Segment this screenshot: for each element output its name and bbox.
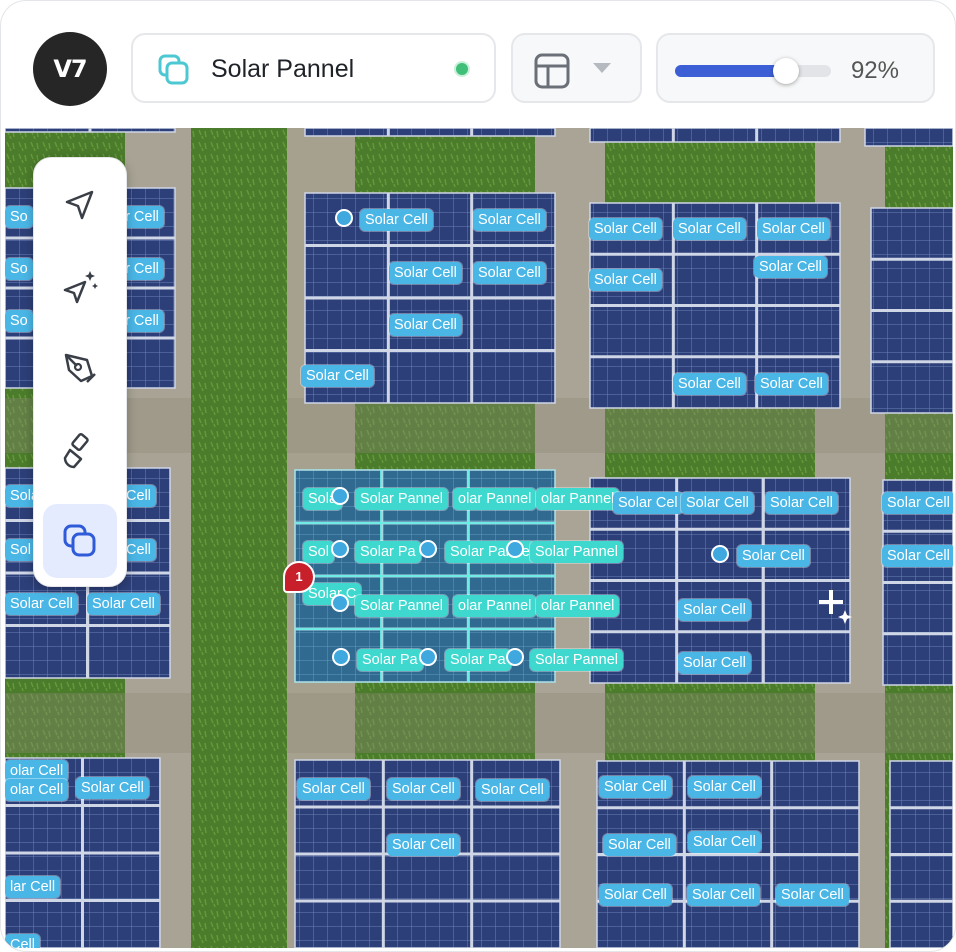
layout-icon <box>533 52 571 95</box>
cell-annotation-tag[interactable]: Solar Cell <box>389 262 462 284</box>
cell-annotation-tag[interactable]: Solar Cell <box>387 834 460 856</box>
opacity-control: 92% <box>656 33 935 103</box>
layout-menu[interactable] <box>511 33 642 103</box>
cell-annotation-tag[interactable]: Solar Cell <box>476 779 549 801</box>
panel-annotation-tag[interactable]: Solar Pa <box>355 541 421 563</box>
panel-annotation-tag[interactable]: Solar Pa <box>445 649 511 671</box>
auto-annotate-icon <box>63 271 98 304</box>
crosshair-cursor-icon <box>819 590 852 624</box>
panel-annotation-tag[interactable]: Solar Pannel <box>530 541 624 563</box>
cell-annotation-tag[interactable]: Solar Cell <box>687 884 760 906</box>
cell-annotation-tag[interactable]: Solar Cell <box>589 269 662 291</box>
pen-tool[interactable] <box>43 332 117 406</box>
cell-annotation-tag[interactable]: Solar Cel <box>613 492 683 514</box>
panel-annotation-tag[interactable]: Solar Pannel <box>355 488 449 510</box>
cell-annotation-tag[interactable]: Solar Cell <box>737 545 810 567</box>
cell-annotation-tag[interactable]: Solar Cell <box>599 776 672 798</box>
cell-annotation-tag[interactable]: Solar Cell <box>673 373 746 395</box>
status-dot <box>454 61 470 77</box>
cell-annotation-tag[interactable]: Cell <box>5 934 40 948</box>
cell-annotation-tag[interactable]: Solar Cell <box>688 776 761 798</box>
panel-annotation-tag[interactable]: Solar Pa <box>357 649 423 671</box>
panel-annotation-tag[interactable]: Sol <box>303 541 334 563</box>
annotation-vertex[interactable] <box>506 540 524 558</box>
cell-annotation-tag[interactable]: Solar Cell <box>776 884 849 906</box>
cell-annotation-tag[interactable]: Solar Cell <box>360 209 433 231</box>
cell-annotation-tag[interactable]: Solar Cell <box>473 209 546 231</box>
solar-panel-array <box>589 128 841 143</box>
v7-logo[interactable]: V7 <box>33 32 107 106</box>
brush-icon <box>63 432 89 469</box>
cell-annotation-tag[interactable]: Solar Cell <box>678 652 751 674</box>
cell-annotation-tag[interactable]: Solar Cell <box>673 218 746 240</box>
cell-annotation-tag[interactable]: Solar Cell <box>5 593 78 615</box>
annotation-vertex[interactable] <box>419 540 437 558</box>
annotation-vertex[interactable] <box>419 648 437 666</box>
app-window: V7 Solar Pannel 92% So ar Cell So ar Cel… <box>0 0 956 952</box>
cell-annotation-tag[interactable]: Solar Cell <box>765 492 838 514</box>
panel-annotation-tag[interactable]: olar Pannel <box>453 488 537 510</box>
annotation-vertex[interactable] <box>335 209 353 227</box>
cell-annotation-tag[interactable]: Solar Cell <box>387 778 460 800</box>
comment-count: 1 <box>295 569 303 584</box>
panel-annotation-tag[interactable]: Solar Pannel <box>530 649 624 671</box>
polygon-class-tool[interactable] <box>43 504 117 578</box>
annotation-vertex[interactable] <box>506 648 524 666</box>
cell-annotation-tag[interactable]: Solar Cell <box>473 262 546 284</box>
cell-annotation-tag[interactable]: Solar Cell <box>678 599 751 621</box>
cell-annotation-tag[interactable]: Solar Cell <box>87 593 160 615</box>
brush-tool[interactable] <box>43 414 117 488</box>
cell-annotation-tag[interactable]: Solar Cell <box>882 492 953 514</box>
solar-panel-array <box>864 128 953 147</box>
annotation-vertex[interactable] <box>332 648 350 666</box>
cell-annotation-tag[interactable]: So <box>5 258 33 280</box>
opacity-value: 92% <box>850 57 899 84</box>
cell-annotation-tag[interactable]: lar Cell <box>5 876 61 898</box>
cell-annotation-tag[interactable]: Solar Cell <box>297 778 370 800</box>
auto-annotate-tool[interactable] <box>43 250 117 324</box>
cell-annotation-tag[interactable]: Solar Cell <box>754 256 827 278</box>
polygon-class-icon <box>63 524 96 557</box>
cell-annotation-tag[interactable]: Solar Cell <box>301 365 374 387</box>
solar-panel-array <box>304 128 556 137</box>
annotation-canvas[interactable]: So ar Cell So ar Cell So ar Cell Solar Cell Sol… <box>5 128 953 948</box>
cell-annotation-tag[interactable]: olar Cell <box>5 779 69 801</box>
opacity-slider-fill <box>675 65 786 77</box>
annotation-vertex[interactable] <box>711 545 729 563</box>
annotation-vertex[interactable] <box>331 594 349 612</box>
opacity-slider[interactable] <box>675 58 831 84</box>
cell-annotation-tag[interactable]: Solar Cell <box>76 777 149 799</box>
cell-annotation-tag[interactable]: So <box>5 310 33 332</box>
panel-annotation-tag[interactable]: olar Pannel <box>453 595 537 617</box>
polygon-class-icon <box>157 53 191 92</box>
class-name: Solar Pannel <box>211 55 355 83</box>
select-tool[interactable] <box>43 168 117 242</box>
solar-farm-image <box>5 128 953 948</box>
pen-icon <box>64 353 96 383</box>
cell-annotation-tag[interactable]: Solar Cell <box>688 831 761 853</box>
panel-annotation-tag[interactable]: olar Pannel <box>536 595 620 617</box>
cell-annotation-tag[interactable]: Solar Cell <box>599 884 672 906</box>
cell-annotation-tag[interactable]: Solar Cell <box>603 834 676 856</box>
cell-annotation-tag[interactable]: Solar Cell <box>757 218 830 240</box>
panel-annotation-tag[interactable]: Solar Pannel <box>355 595 449 617</box>
comment-pin[interactable]: 1 <box>283 561 315 593</box>
annotation-vertex[interactable] <box>331 487 349 505</box>
logo-text: V7 <box>53 55 87 83</box>
select-arrow-icon <box>65 190 94 220</box>
cell-annotation-tag[interactable]: Solar Cell <box>882 545 953 567</box>
chevron-down-icon <box>591 61 613 80</box>
tool-palette <box>33 157 127 587</box>
cell-annotation-tag[interactable]: Solar Cell <box>681 492 754 514</box>
opacity-slider-thumb[interactable] <box>773 58 799 84</box>
annotation-vertex[interactable] <box>331 540 349 558</box>
cell-annotation-tag[interactable]: So <box>5 206 33 228</box>
class-selector[interactable]: Solar Pannel <box>131 33 496 103</box>
cell-annotation-tag[interactable]: Solar Cell <box>389 314 462 336</box>
cell-annotation-tag[interactable]: Solar Cell <box>589 218 662 240</box>
panel-annotation-tag[interactable]: olar Pannel <box>536 488 620 510</box>
cell-annotation-tag[interactable]: Sol <box>5 539 36 561</box>
cell-annotation-tag[interactable]: Solar Cell <box>755 373 828 395</box>
